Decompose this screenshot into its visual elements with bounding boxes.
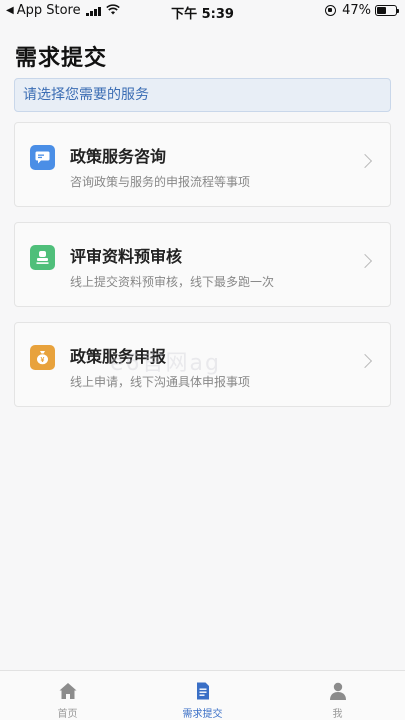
stamp-icon — [30, 245, 55, 270]
service-card-policy-consult[interactable]: 政策服务咨询 咨询政策与服务的申报流程等事项 — [14, 122, 391, 207]
card-title: 评审资料预审核 — [70, 247, 183, 266]
tab-label: 首页 — [57, 709, 78, 720]
status-bar: ◀ App Store 下午 5:39 47% — [0, 0, 405, 22]
page-title: 需求提交 — [15, 46, 108, 71]
chat-bubble-icon — [30, 145, 55, 170]
chevron-right-icon — [357, 353, 373, 369]
chevron-right-icon — [357, 253, 373, 269]
card-description: 咨询政策与服务的申报流程等事项 — [70, 175, 251, 189]
status-right: 47% — [325, 3, 399, 18]
card-description: 线上申请，线下沟通具体申报事项 — [70, 375, 251, 389]
document-icon — [193, 681, 213, 701]
tab-me[interactable]: 我 — [270, 671, 405, 720]
tab-home[interactable]: 首页 — [0, 671, 135, 720]
home-icon — [58, 681, 78, 701]
tab-label: 需求提交 — [182, 709, 223, 720]
service-card-policy-apply[interactable]: ¥ 政策服务申报 线上申请，线下沟通具体申报事项 — [14, 322, 391, 407]
card-title: 政策服务咨询 — [70, 147, 167, 166]
tab-label: 我 — [332, 709, 343, 720]
rotation-lock-icon — [325, 5, 337, 16]
card-title: 政策服务申报 — [70, 347, 167, 366]
money-bag-icon: ¥ — [30, 345, 55, 370]
battery-icon — [375, 5, 399, 16]
svg-text:¥: ¥ — [41, 357, 45, 364]
battery-percent: 47% — [342, 3, 371, 18]
service-card-review-precheck[interactable]: 评审资料预审核 线上提交资料预审核，线下最多跑一次 — [14, 222, 391, 307]
hint-banner: 请选择您需要的服务 — [14, 78, 391, 112]
user-icon — [328, 681, 348, 701]
chevron-right-icon — [357, 153, 373, 169]
card-description: 线上提交资料预审核，线下最多跑一次 — [70, 275, 275, 289]
tab-requirement-submit[interactable]: 需求提交 — [135, 671, 270, 720]
tab-bar: 首页 需求提交 我 — [0, 670, 405, 720]
